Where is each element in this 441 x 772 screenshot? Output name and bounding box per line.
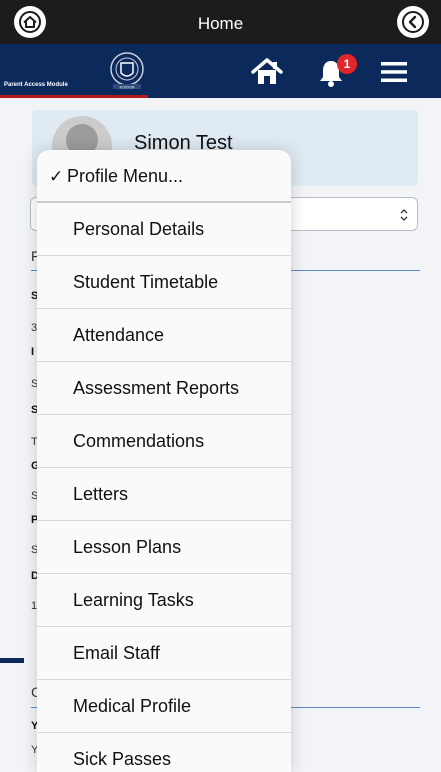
top-bar: Home [0,0,441,44]
menu-item-label: Commendations [73,431,205,451]
page-title: Home [197,14,244,33]
menu-item-assessment-reports[interactable]: Assessment Reports [37,362,291,415]
menu-item-label: Lesson Plans [73,537,182,557]
menu-item-profile-menu[interactable]: ✓ Profile Menu... [37,150,291,203]
menu-item-sick-passes[interactable]: Sick Passes [37,733,291,772]
menu-item-label: Sick Passes [73,749,172,769]
svg-text:KOSTON: KOSTON [120,85,135,89]
notification-badge: 1 [337,54,357,74]
profile-dropdown-menu: ✓ Profile Menu... Personal Details Stude… [37,150,291,772]
menu-item-letters[interactable]: Letters [37,468,291,521]
menu-item-label: Profile Menu... [67,166,184,186]
menu-item-label: Email Staff [73,643,160,663]
updown-chevron-icon [400,209,408,221]
menu-item-label: Assessment Reports [73,378,240,398]
menu-item-medical-profile[interactable]: Medical Profile [37,680,291,733]
module-label: Parent Access Module [4,82,68,88]
menu-item-label: Learning Tasks [73,590,194,610]
menu-item-attendance[interactable]: Attendance [37,309,291,362]
menu-item-learning-tasks[interactable]: Learning Tasks [37,574,291,627]
school-crest-logo: KOSTON [110,52,144,89]
menu-item-student-timetable[interactable]: Student Timetable [37,256,291,309]
menu-item-commendations[interactable]: Commendations [37,415,291,468]
menu-item-label: Medical Profile [73,696,192,716]
menu-item-label: Attendance [73,325,165,345]
checkmark-icon: ✓ [49,166,64,186]
menu-item-personal-details[interactable]: Personal Details [37,203,291,256]
left-edge-marker [0,658,24,663]
menu-item-lesson-plans[interactable]: Lesson Plans [37,521,291,574]
menu-item-label: Letters [73,484,129,504]
back-button[interactable] [397,6,429,38]
background-text: I [31,346,35,358]
menu-item-label: Personal Details [73,219,205,239]
home-icon[interactable] [251,58,283,86]
menu-item-email-staff[interactable]: Email Staff [37,627,291,680]
hamburger-menu-icon[interactable] [381,62,407,82]
menu-item-label: Student Timetable [73,272,219,292]
app-header: Parent Access Module KOSTON [0,44,441,98]
chevron-left-icon [402,11,424,33]
